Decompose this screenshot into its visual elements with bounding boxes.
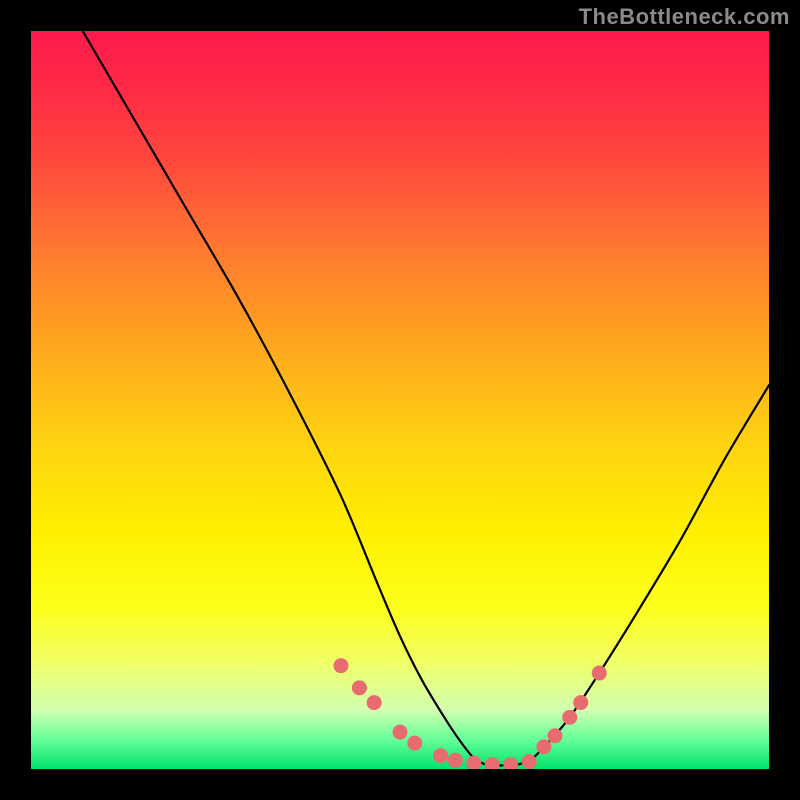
data-point	[522, 754, 537, 769]
chart-container: TheBottleneck.com	[0, 0, 800, 800]
chart-svg	[31, 31, 769, 769]
data-point	[448, 753, 463, 768]
data-point	[393, 725, 408, 740]
data-point	[592, 666, 607, 681]
data-point	[433, 748, 448, 763]
data-point	[367, 695, 382, 710]
data-point	[573, 695, 588, 710]
data-point	[536, 739, 551, 754]
curve-line	[83, 31, 769, 766]
data-point	[547, 728, 562, 743]
data-point	[485, 757, 500, 769]
plot-area	[31, 31, 769, 769]
data-point	[562, 710, 577, 725]
data-point	[466, 756, 481, 769]
data-point	[407, 736, 422, 751]
data-point	[333, 658, 348, 673]
attribution-text: TheBottleneck.com	[579, 4, 790, 30]
data-point	[503, 757, 518, 769]
data-point	[352, 680, 367, 695]
